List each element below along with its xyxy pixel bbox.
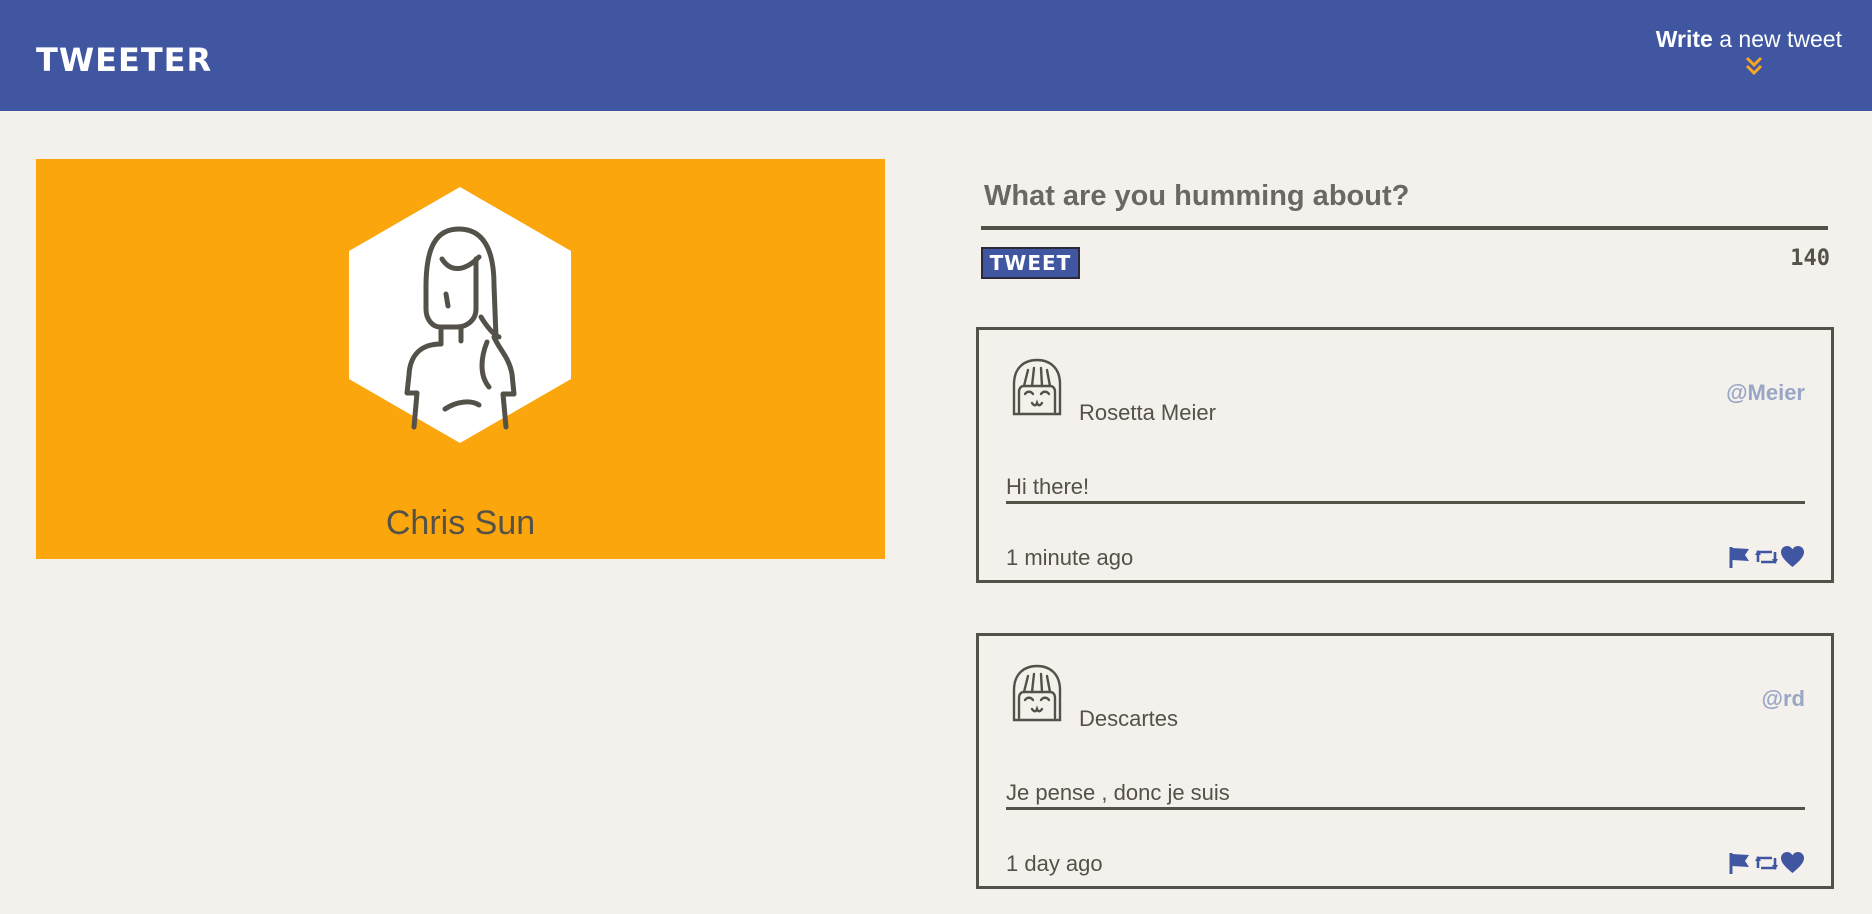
profile-card: Chris Sun [36,159,885,559]
tweet-actions [1727,542,1805,572]
tweet-author-name: Descartes [1079,706,1179,731]
tweet-author-handle[interactable]: @rd [1762,686,1805,712]
compose-link-text: a new tweet [1712,26,1842,52]
brand-logo[interactable]: TWEETER [36,44,212,76]
tweet-actions [1727,848,1805,878]
person-avatar-icon [349,187,571,443]
tweet-content: Hi there! [1006,474,1805,505]
tweet-author-handle[interactable]: @Meier [1726,380,1805,406]
character-counter: 140 [1790,246,1830,271]
heart-icon[interactable] [1780,851,1805,875]
compose-tweet-form: TWEET 140 [981,170,1830,279]
flag-icon[interactable] [1728,851,1753,875]
double-chevron-down-icon[interactable] [1744,55,1764,77]
write-new-tweet-toggle[interactable]: Write a new tweet [1656,26,1842,77]
face-avatar-icon [1012,664,1062,722]
retweet-icon[interactable] [1754,545,1779,569]
flag-icon[interactable] [1728,545,1753,569]
tweet-timestamp: 1 minute ago [1006,545,1134,570]
profile-name: Chris Sun [385,504,536,542]
tweet-content: Je pense , donc je suis [1006,780,1805,811]
heart-icon[interactable] [1780,545,1805,569]
tweet-author-name: Rosetta Meier [1079,400,1216,425]
face-avatar-icon [1012,358,1062,416]
tweet-button[interactable]: TWEET [981,247,1080,279]
tweet-card: Rosetta Meier @Meier Hi there! 1 minute … [976,327,1834,583]
tweet-input[interactable] [981,170,1828,230]
tweet-card: Descartes @rd Je pense , donc je suis 1 … [976,633,1834,889]
retweet-icon[interactable] [1754,851,1779,875]
navbar: TWEETER Write a new tweet [0,0,1872,111]
compose-link-bold: Write [1655,26,1713,52]
tweet-timestamp: 1 day ago [1006,851,1103,876]
